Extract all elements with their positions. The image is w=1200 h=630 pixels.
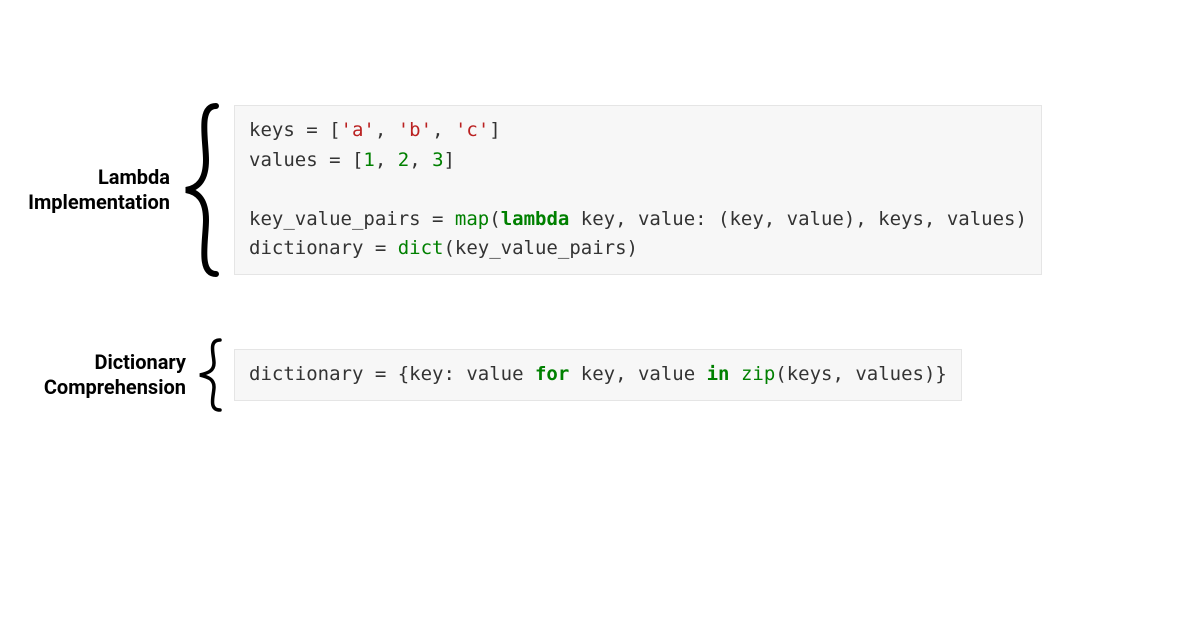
section-lambda: Lambda Implementation keys = ['a', 'b', …: [10, 100, 1042, 280]
label-comprehension-line1: Dictionary: [94, 350, 186, 374]
label-comprehension: Dictionary Comprehension: [26, 350, 186, 400]
code-builtin: zip: [741, 363, 775, 385]
code-text: ]: [489, 119, 500, 141]
code-keyword: for: [535, 363, 569, 385]
label-lambda: Lambda Implementation: [10, 165, 170, 215]
brace-icon: [192, 335, 226, 415]
code-text: ,: [375, 149, 398, 171]
brace-icon: [176, 100, 226, 280]
label-comprehension-line2: Comprehension: [44, 375, 186, 399]
code-keyword: in: [707, 363, 730, 385]
code-string: 'c': [455, 119, 489, 141]
code-text: (key_value_pairs): [443, 237, 637, 259]
code-string: 'b': [398, 119, 432, 141]
code-number: 2: [398, 149, 409, 171]
code-number: 1: [363, 149, 374, 171]
diagram-canvas: Lambda Implementation keys = ['a', 'b', …: [0, 0, 1200, 630]
code-text: values = [: [249, 149, 363, 171]
code-text: [729, 363, 740, 385]
code-text: (keys, values)}: [775, 363, 947, 385]
label-lambda-line2: Implementation: [28, 190, 170, 214]
code-text: key_value_pairs =: [249, 208, 455, 230]
code-builtin: map: [455, 208, 489, 230]
code-builtin: dict: [398, 237, 444, 259]
code-number: 3: [432, 149, 443, 171]
code-string: 'a': [341, 119, 375, 141]
code-text: ,: [432, 119, 455, 141]
code-text: ,: [375, 119, 398, 141]
code-block-comprehension: dictionary = {key: value for key, value …: [234, 349, 962, 400]
code-text: dictionary = {key: value: [249, 363, 535, 385]
code-block-lambda: keys = ['a', 'b', 'c'] values = [1, 2, 3…: [234, 105, 1042, 274]
code-text: key, value: (key, value), keys, values): [569, 208, 1027, 230]
code-text: keys = [: [249, 119, 341, 141]
code-keyword: lambda: [501, 208, 570, 230]
code-text: ]: [444, 149, 455, 171]
code-text: dictionary =: [249, 237, 398, 259]
label-lambda-line1: Lambda: [98, 165, 170, 189]
code-text: ,: [409, 149, 432, 171]
code-text: (: [489, 208, 500, 230]
code-text: key, value: [569, 363, 706, 385]
section-comprehension: Dictionary Comprehension dictionary = {k…: [26, 335, 962, 415]
